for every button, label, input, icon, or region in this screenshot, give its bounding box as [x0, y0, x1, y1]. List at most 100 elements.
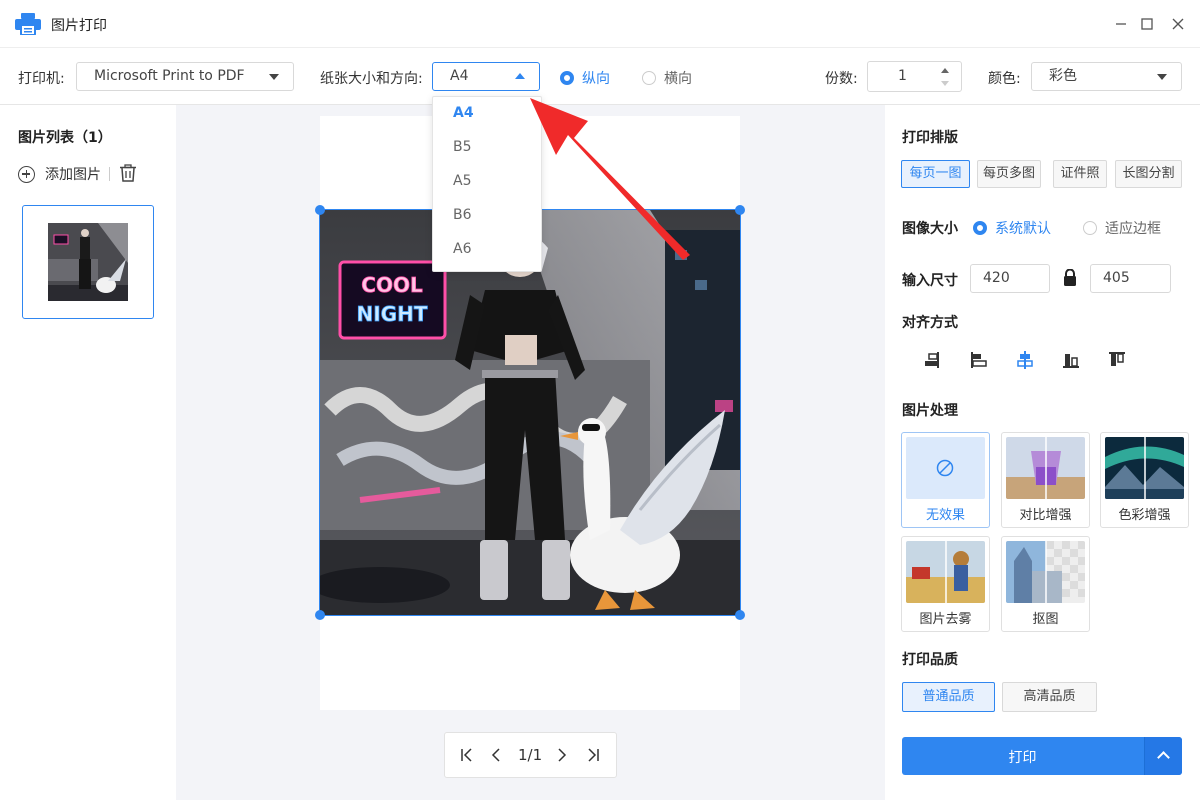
- image-list-title: 图片列表（1）: [18, 130, 112, 146]
- width-input[interactable]: 420: [970, 264, 1050, 293]
- layout-one-per-page-button[interactable]: 每页一图: [901, 160, 970, 188]
- effect-contrast-card[interactable]: 对比增强: [1001, 432, 1090, 528]
- contrast-preview-image: [1006, 437, 1085, 499]
- align-left-icon[interactable]: [923, 350, 943, 370]
- toolbar: 打印机: Microsoft Print to PDF 纸张大小和方向: A4 …: [0, 48, 1200, 105]
- maximize-button[interactable]: [1137, 14, 1157, 34]
- next-page-icon[interactable]: [557, 748, 567, 762]
- paper-option-a4[interactable]: A4: [453, 105, 474, 121]
- image-size-title: 图像大小: [902, 221, 958, 237]
- effect-cutout-preview: [1006, 541, 1085, 603]
- effect-none-card[interactable]: 无效果: [901, 432, 990, 528]
- title-bar: 图片打印: [0, 0, 1200, 48]
- align-section-title: 对齐方式: [902, 315, 958, 331]
- chevron-up-icon[interactable]: [1144, 737, 1182, 775]
- print-button[interactable]: 打印: [902, 737, 1182, 775]
- image-thumbnail: [48, 223, 128, 301]
- effect-dehaze-preview: [906, 541, 985, 603]
- color-select[interactable]: 彩色: [1031, 62, 1182, 91]
- quality-hd-button[interactable]: 高清品质: [1002, 682, 1097, 712]
- chevron-up-icon: [515, 73, 525, 79]
- decrement-icon[interactable]: [941, 81, 949, 86]
- effect-cutout-label: 抠图: [1032, 612, 1059, 627]
- close-button[interactable]: [1168, 14, 1188, 34]
- size-default-radio[interactable]: 系统默认: [973, 218, 1051, 238]
- orientation-landscape-label: 横向: [664, 71, 692, 87]
- minimize-icon: [1116, 23, 1126, 25]
- printer-select-value: Microsoft Print to PDF: [94, 68, 245, 84]
- paper-size-select[interactable]: A4: [432, 62, 540, 91]
- orientation-portrait-radio[interactable]: 纵向: [560, 68, 610, 88]
- effect-none-preview: [906, 437, 985, 499]
- orientation-portrait-label: 纵向: [582, 71, 610, 87]
- radio-unchecked-icon: [642, 71, 656, 85]
- effect-contrast-label: 对比增强: [1019, 508, 1072, 523]
- size-fit-border-radio[interactable]: 适应边框: [1083, 218, 1161, 238]
- layout-id-photo-button[interactable]: 证件照: [1053, 160, 1107, 188]
- page-navigator: 1/1: [444, 732, 617, 778]
- add-circle-icon: [18, 165, 35, 183]
- window-title: 图片打印: [51, 18, 107, 34]
- orientation-landscape-radio[interactable]: 横向: [642, 68, 692, 88]
- no-effect-icon: [936, 459, 954, 477]
- maximize-icon: [1141, 18, 1153, 30]
- increment-icon[interactable]: [941, 68, 949, 73]
- last-page-icon[interactable]: [587, 748, 599, 762]
- resize-handle-top-left[interactable]: [315, 205, 325, 215]
- paper-option-a5[interactable]: A5: [453, 173, 471, 189]
- printer-select[interactable]: Microsoft Print to PDF: [76, 62, 294, 91]
- layout-long-split-button[interactable]: 长图分割: [1115, 160, 1182, 188]
- cutout-preview-image: [1006, 541, 1085, 603]
- print-button-label: 打印: [1008, 750, 1037, 766]
- effects-section-title: 图片处理: [902, 403, 958, 419]
- add-image-label: 添加图片: [45, 167, 101, 183]
- resize-handle-bottom-left[interactable]: [315, 610, 325, 620]
- dehaze-preview-image: [906, 541, 985, 603]
- previous-page-icon[interactable]: [491, 748, 501, 762]
- height-input[interactable]: 405: [1090, 264, 1171, 293]
- color-label: 颜色:: [988, 71, 1021, 87]
- align-bottom-icon[interactable]: [1061, 350, 1081, 370]
- add-image-button[interactable]: 添加图片: [18, 164, 101, 184]
- copies-label: 份数:: [825, 71, 858, 87]
- radio-unchecked-icon: [1083, 221, 1097, 235]
- align-center-icon[interactable]: [1015, 350, 1035, 370]
- copies-stepper[interactable]: 1: [867, 61, 962, 92]
- image-list-panel: 图片列表（1） 添加图片: [0, 105, 176, 800]
- neon-sign-line1: COOL: [361, 273, 423, 297]
- image-thumbnail-card[interactable]: [22, 205, 154, 319]
- paper-option-b5[interactable]: B5: [453, 139, 472, 155]
- effect-color-card[interactable]: 色彩增强: [1100, 432, 1189, 528]
- paper-size-label: 纸张大小和方向:: [320, 71, 423, 87]
- divider: [109, 167, 110, 181]
- layout-multi-per-page-button[interactable]: 每页多图: [977, 160, 1041, 188]
- effect-none-label: 无效果: [925, 508, 965, 523]
- paper-size-value: A4: [450, 68, 469, 84]
- quality-section-title: 打印品质: [902, 652, 958, 668]
- quality-normal-button[interactable]: 普通品质: [902, 682, 995, 712]
- trash-icon[interactable]: [119, 164, 137, 182]
- effect-color-preview: [1105, 437, 1184, 499]
- paper-option-b6[interactable]: B6: [453, 207, 472, 223]
- size-default-label: 系统默认: [995, 221, 1051, 237]
- minimize-button[interactable]: [1111, 14, 1131, 34]
- page-indicator: 1/1: [518, 746, 543, 764]
- resize-handle-bottom-right[interactable]: [735, 610, 745, 620]
- effect-contrast-preview: [1006, 437, 1085, 499]
- align-top-icon[interactable]: [1107, 350, 1127, 370]
- first-page-icon[interactable]: [461, 748, 473, 762]
- effect-cutout-card[interactable]: 抠图: [1001, 536, 1090, 632]
- effect-color-label: 色彩增强: [1118, 508, 1171, 523]
- settings-panel: 打印排版 每页一图 每页多图 证件照 长图分割 图像大小 系统默认 适应边框 输…: [885, 105, 1200, 800]
- effect-dehaze-card[interactable]: 图片去雾: [901, 536, 990, 632]
- neon-sign-line2: NIGHT: [357, 302, 428, 326]
- color-preview-image: [1105, 437, 1184, 499]
- color-select-value: 彩色: [1049, 68, 1077, 84]
- copies-value: 1: [898, 68, 907, 84]
- align-top-left-icon[interactable]: [969, 350, 989, 370]
- paper-option-a6[interactable]: A6: [453, 241, 471, 257]
- lock-icon[interactable]: [1063, 269, 1077, 286]
- resize-handle-top-right[interactable]: [735, 205, 745, 215]
- radio-checked-icon: [560, 71, 574, 85]
- effect-dehaze-label: 图片去雾: [919, 612, 972, 627]
